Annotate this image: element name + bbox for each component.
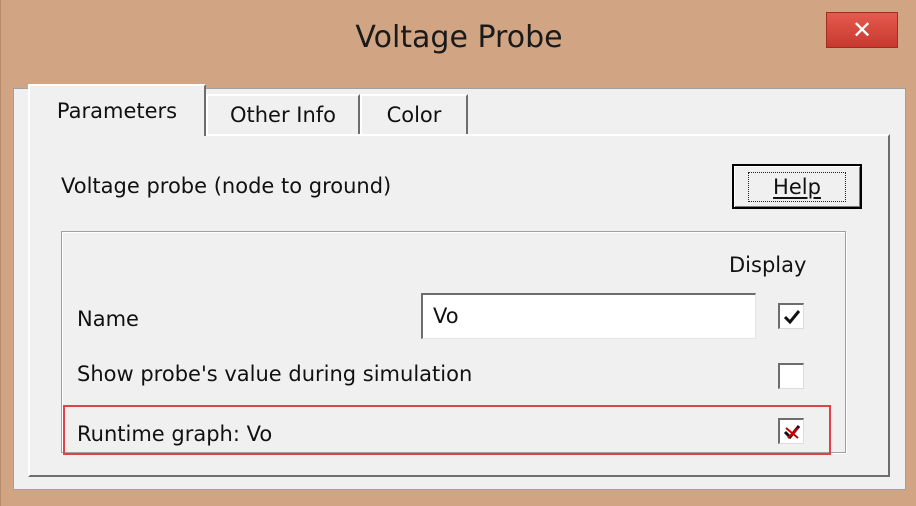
help-button[interactable]: Help <box>732 164 862 209</box>
name-input[interactable]: Vo <box>421 293 756 339</box>
voltage-probe-dialog: Voltage Probe ✕ Parameters Other Info Co… <box>0 0 916 506</box>
close-button[interactable]: ✕ <box>826 12 898 48</box>
tab-other-info[interactable]: Other Info <box>206 94 360 134</box>
runtime-graph-checkbox[interactable] <box>778 418 804 444</box>
checkmark-icon <box>783 310 801 325</box>
tab-other-info-label: Other Info <box>229 103 337 127</box>
probe-description: Voltage probe (node to ground) <box>61 174 392 198</box>
title-bar[interactable]: Voltage Probe <box>1 0 916 88</box>
name-display-checkbox[interactable] <box>778 303 804 329</box>
tab-parameters-label: Parameters <box>56 99 178 123</box>
display-column-header: Display <box>729 253 807 277</box>
tab-color[interactable]: Color <box>360 94 468 134</box>
show-value-label: Show probe's value during simulation <box>77 362 473 386</box>
help-button-label: Help <box>748 171 846 202</box>
tab-strip: Parameters Other Info Color <box>28 84 488 136</box>
tab-color-label: Color <box>386 103 442 127</box>
checkmark-icon <box>783 425 801 440</box>
runtime-graph-label: Runtime graph: Vo <box>77 422 273 446</box>
show-value-checkbox[interactable] <box>778 363 804 389</box>
name-label: Name <box>77 307 139 331</box>
tab-parameters[interactable]: Parameters <box>28 84 206 136</box>
close-icon: ✕ <box>851 16 873 44</box>
window-title: Voltage Probe <box>355 20 563 55</box>
